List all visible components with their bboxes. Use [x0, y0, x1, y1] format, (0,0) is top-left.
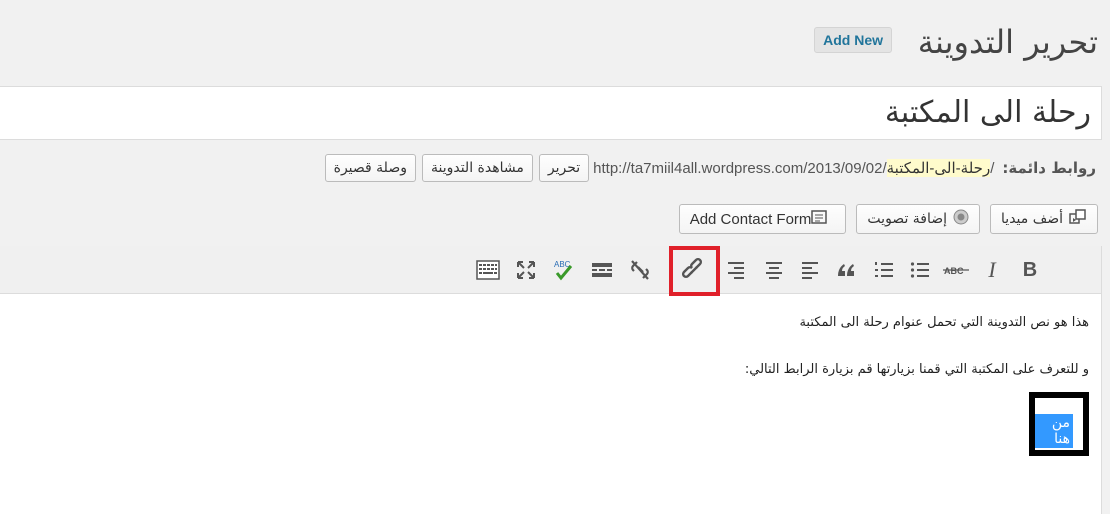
permalink-suffix: / [990, 159, 995, 177]
post-editor: ABC ABC I B هذا هو نص التدوينة التي تحمل… [0, 246, 1102, 514]
editor-content[interactable]: هذا هو نص التدوينة التي تحمل عنوام رحلة … [0, 294, 1101, 514]
bullet-list-icon[interactable] [906, 256, 934, 284]
page-header: تحرير التدوينة Add New [0, 0, 1110, 76]
editor-toolbar: ABC ABC I B [0, 246, 1101, 296]
add-poll-button[interactable]: إضافة تصويت [856, 204, 981, 234]
media-icon [1069, 209, 1087, 229]
page-title: تحرير التدوينة [917, 23, 1098, 61]
permalink-row: روابط دائمة: http://ta7miil4all.wordpres… [0, 152, 1096, 184]
selected-text-highlight: من هنا [1029, 392, 1089, 456]
content-paragraph-2: و للتعرف على المكتبة التي قمنا بزيارتها … [744, 362, 1089, 377]
add-contact-form-label: Add Contact Form [689, 210, 812, 228]
add-media-button[interactable]: أضف ميديا [990, 204, 1098, 234]
strikethrough-icon[interactable]: ABC [942, 256, 970, 284]
permalink-base: http://ta7miil4all.wordpress.com/2013/09… [593, 159, 887, 177]
link-button-highlight [669, 246, 720, 296]
toolbar-toggle-icon[interactable] [474, 256, 502, 284]
post-title-text: رحلة الى المكتبة [884, 95, 1091, 130]
post-title-input[interactable]: رحلة الى المكتبة [0, 86, 1102, 140]
fullscreen-icon[interactable] [512, 256, 540, 284]
form-icon [811, 210, 828, 228]
numbered-list-icon[interactable] [870, 256, 898, 284]
edit-post-page: تحرير التدوينة Add New رحلة الى المكتبة … [0, 0, 1110, 514]
bold-button[interactable]: B [1016, 256, 1044, 284]
edit-permalink-button[interactable]: تحرير [538, 154, 590, 182]
align-left-icon[interactable] [796, 256, 824, 284]
media-buttons-row: أضف ميديا إضافة تصويت Add Contact Form [669, 204, 1098, 236]
strikethrough-label: ABC [944, 266, 964, 276]
blockquote-icon[interactable] [832, 256, 860, 284]
spellcheck-icon[interactable]: ABC [550, 256, 578, 284]
selected-link-text[interactable]: من هنا [1035, 414, 1073, 448]
align-center-icon[interactable] [760, 256, 788, 284]
unlink-icon[interactable] [626, 256, 654, 284]
poll-icon [953, 209, 969, 229]
permalink-url[interactable]: http://ta7miil4all.wordpress.com/2013/09… [593, 159, 994, 177]
permalink-slug[interactable]: رحلة-الى-المكتبة [886, 159, 991, 177]
add-new-button[interactable]: Add New [814, 27, 892, 53]
insert-more-icon[interactable] [588, 256, 616, 284]
add-media-label: أضف ميديا [1001, 211, 1063, 227]
permalink-label: روابط دائمة: [1002, 159, 1096, 177]
align-right-icon[interactable] [722, 256, 750, 284]
content-paragraph-1: هذا هو نص التدوينة التي تحمل عنوام رحلة … [799, 315, 1089, 330]
add-contact-form-button[interactable]: Add Contact Form [678, 204, 847, 234]
view-post-button[interactable]: مشاهدة التدوينة [421, 154, 533, 182]
shortlink-button[interactable]: وصلة قصيرة [324, 154, 416, 182]
italic-button[interactable]: I [978, 256, 1006, 284]
add-poll-label: إضافة تصويت [867, 211, 948, 227]
